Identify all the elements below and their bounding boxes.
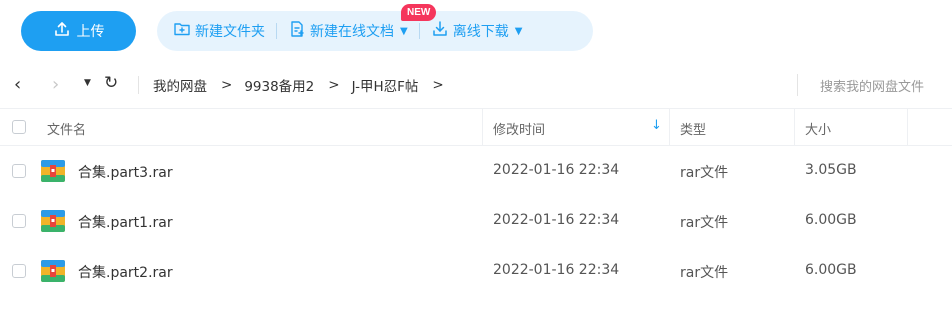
upload-button[interactable]: 上传 [21, 11, 136, 51]
column-divider [669, 109, 670, 146]
history-dropdown-icon[interactable]: ▼ [84, 78, 91, 88]
chevron-down-icon: ▼ [514, 25, 523, 37]
forward-arrow-icon[interactable]: › [52, 74, 59, 95]
select-all-checkbox[interactable] [12, 120, 26, 134]
column-divider [482, 109, 483, 146]
file-name[interactable]: 合集.part1.rar [78, 212, 173, 232]
breadcrumb-item-folder[interactable]: 9938备用2 [244, 75, 314, 95]
file-modified: 2022-01-16 22:34 [493, 212, 620, 228]
breadcrumb-item-root[interactable]: 我的网盘 [153, 75, 207, 95]
rar-archive-icon [40, 158, 66, 184]
breadcrumb-separator: > [221, 77, 233, 93]
column-header-name[interactable]: 文件名 [47, 119, 86, 138]
breadcrumb: 我的网盘 > 9938备用2 > J-甲H忍F帖 > [153, 75, 456, 95]
row-checkbox[interactable] [12, 164, 26, 178]
file-name[interactable]: 合集.part3.rar [78, 162, 173, 182]
file-type: rar文件 [680, 215, 729, 231]
column-header-type[interactable]: 类型 [680, 119, 706, 138]
folder-plus-icon [173, 20, 191, 42]
toolbar-action-group: 新建文件夹 新建在线文档 ▼ 离线下载 ▼ [157, 11, 593, 51]
new-folder-button[interactable]: 新建文件夹 [173, 20, 265, 42]
breadcrumb-separator: > [432, 77, 444, 93]
new-online-doc-label: 新建在线文档 [310, 24, 394, 40]
nav-divider [138, 76, 139, 94]
new-folder-label: 新建文件夹 [195, 24, 265, 40]
column-divider [794, 109, 795, 146]
column-divider [907, 109, 908, 146]
file-type: rar文件 [680, 165, 729, 181]
column-header-modified[interactable]: 修改时间 [493, 119, 545, 138]
search-input[interactable]: 搜索我的网盘文件 [820, 76, 924, 95]
chevron-down-icon: ▼ [400, 25, 408, 37]
refresh-icon[interactable]: ↻ [104, 73, 118, 93]
back-arrow-icon[interactable]: ‹ [14, 74, 21, 95]
upload-label: 上传 [76, 24, 105, 40]
file-size: 6.00GB [805, 262, 857, 278]
table-row[interactable]: 合集.part1.rar 2022-01-16 22:34 rar文件 6.00… [0, 196, 952, 246]
toolbar-separator [418, 23, 420, 39]
document-plus-icon [288, 20, 306, 42]
rar-archive-icon [40, 258, 66, 284]
table-row[interactable]: 合集.part2.rar 2022-01-16 22:34 rar文件 6.00… [0, 246, 952, 296]
upload-icon [53, 20, 71, 42]
rar-archive-icon [40, 208, 66, 234]
download-icon [431, 20, 449, 42]
column-header-size[interactable]: 大小 [805, 119, 831, 138]
search-divider [797, 74, 798, 96]
offline-download-button[interactable]: 离线下载 ▼ [431, 20, 523, 42]
row-checkbox[interactable] [12, 264, 26, 278]
row-checkbox[interactable] [12, 214, 26, 228]
file-name[interactable]: 合集.part2.rar [78, 262, 173, 282]
offline-download-label: 离线下载 [452, 24, 509, 40]
navigation-bar: ‹ › ▼ ↻ 我的网盘 > 9938备用2 > J-甲H忍F帖 > 搜索我的网… [0, 62, 952, 108]
file-type: rar文件 [680, 265, 729, 281]
table-header: 文件名 修改时间 类型 大小 [0, 108, 952, 146]
file-modified: 2022-01-16 22:34 [493, 162, 620, 178]
file-size: 6.00GB [805, 212, 857, 228]
new-badge: NEW [401, 4, 437, 21]
breadcrumb-separator: > [328, 77, 340, 93]
new-online-doc-button[interactable]: 新建在线文档 ▼ [288, 20, 408, 42]
toolbar-separator [276, 23, 277, 39]
table-row[interactable]: 合集.part3.rar 2022-01-16 22:34 rar文件 3.05… [0, 146, 952, 196]
toolbar: 上传 新建文件夹 新建在线文档 ▼ 离线下载 ▼ NEW [0, 0, 952, 62]
file-modified: 2022-01-16 22:34 [493, 262, 620, 278]
file-size: 3.05GB [805, 162, 857, 178]
sort-descending-icon[interactable]: ↓ [651, 118, 662, 133]
breadcrumb-item-current[interactable]: J-甲H忍F帖 [352, 75, 419, 95]
